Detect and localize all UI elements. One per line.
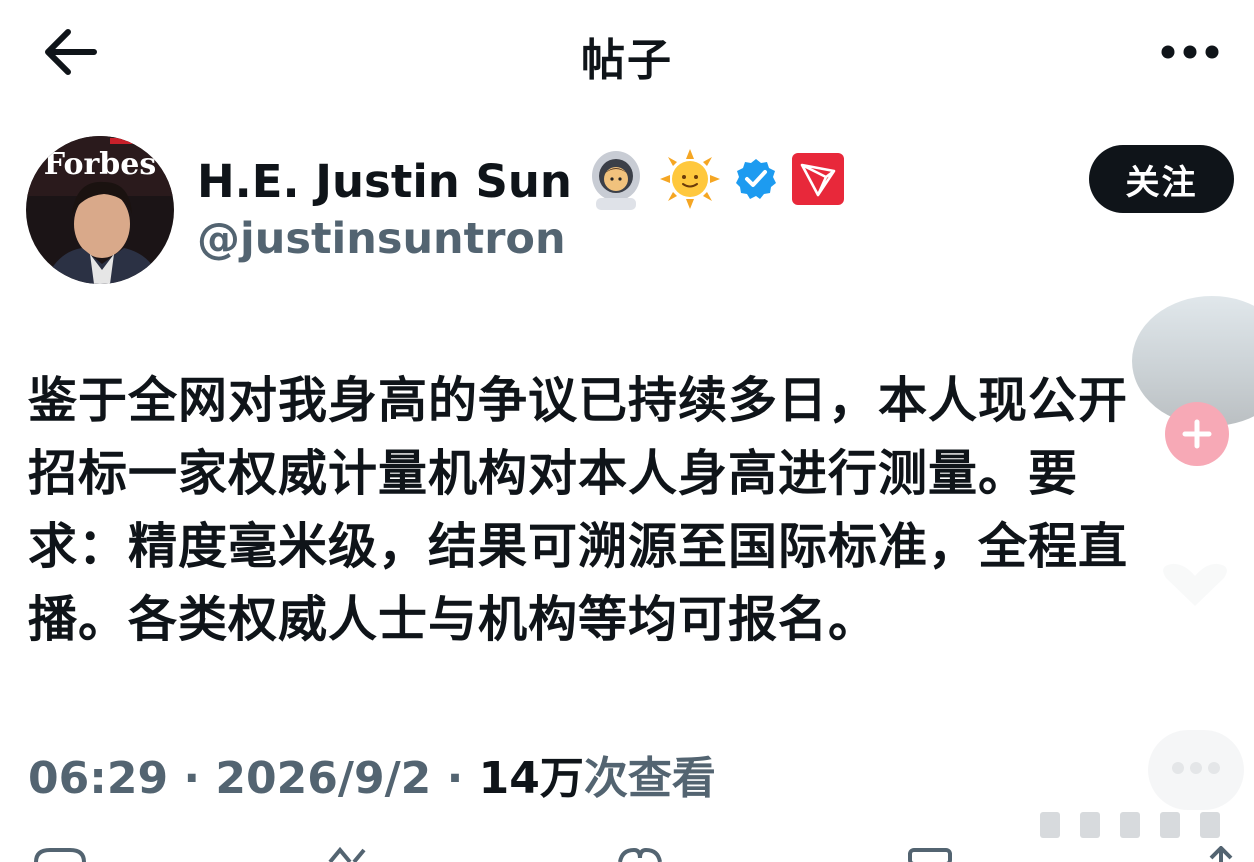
views-label: 次查看	[583, 753, 716, 804]
sun-emoji	[659, 149, 720, 213]
avatar-magazine-text: Forbes	[44, 147, 156, 182]
display-name[interactable]: H.E. Justin Sun	[197, 155, 572, 208]
more-horizontal-icon	[1161, 45, 1219, 59]
more-options-button[interactable]	[1150, 30, 1230, 74]
top-bar: 帖子	[0, 0, 1254, 110]
verified-badge-icon[interactable]	[734, 157, 778, 205]
plus-icon	[1182, 419, 1212, 449]
avatar-image: Forbes	[26, 136, 174, 284]
author-handle[interactable]: @justinsuntron	[197, 214, 566, 264]
page-title: 帖子	[581, 35, 673, 86]
avatar[interactable]: Forbes	[26, 136, 174, 284]
post-text-line: 鉴于全网对我身高的争议已持续多日，本人现公开	[28, 372, 1129, 429]
post-text-line: 播。各类权威人士与机构等均可报名。	[28, 591, 879, 648]
post-text-line: 招标一家权威计量机构对本人身高进行测量。要	[28, 445, 1079, 502]
post-date[interactable]: 2026/9/2	[215, 753, 431, 804]
post-text-line: 求：精度毫米级，结果可溯源至国际标准，全程直	[28, 518, 1129, 575]
tron-logo-icon	[791, 153, 844, 209]
astronaut-emoji	[586, 148, 646, 214]
share-icon[interactable]	[1196, 846, 1246, 862]
post-text: 鉴于全网对我身高的争议已持续多日，本人现公开 招标一家权威计量机构对本人身高进行…	[28, 364, 1248, 656]
separator-dot: ·	[168, 753, 216, 804]
repost-icon[interactable]	[320, 846, 380, 862]
bookmark-icon[interactable]	[900, 846, 960, 862]
chart-bars-icon	[1030, 808, 1230, 840]
post-time[interactable]: 06:29	[28, 753, 168, 804]
follow-button[interactable]: 关注	[1089, 145, 1234, 213]
author-name-row: H.E. Justin Sun	[197, 146, 844, 216]
post-meta: 06:29 · 2026/9/2 · 14万次查看	[28, 742, 716, 806]
floating-add-button[interactable]	[1165, 402, 1229, 466]
reply-icon[interactable]	[30, 846, 90, 862]
heart-icon	[1150, 560, 1240, 610]
comment-bubble-icon	[1148, 730, 1244, 810]
separator-dot: ·	[431, 753, 479, 804]
like-icon[interactable]	[610, 846, 670, 862]
views-count: 14万	[478, 753, 584, 804]
action-bar	[0, 846, 1254, 862]
